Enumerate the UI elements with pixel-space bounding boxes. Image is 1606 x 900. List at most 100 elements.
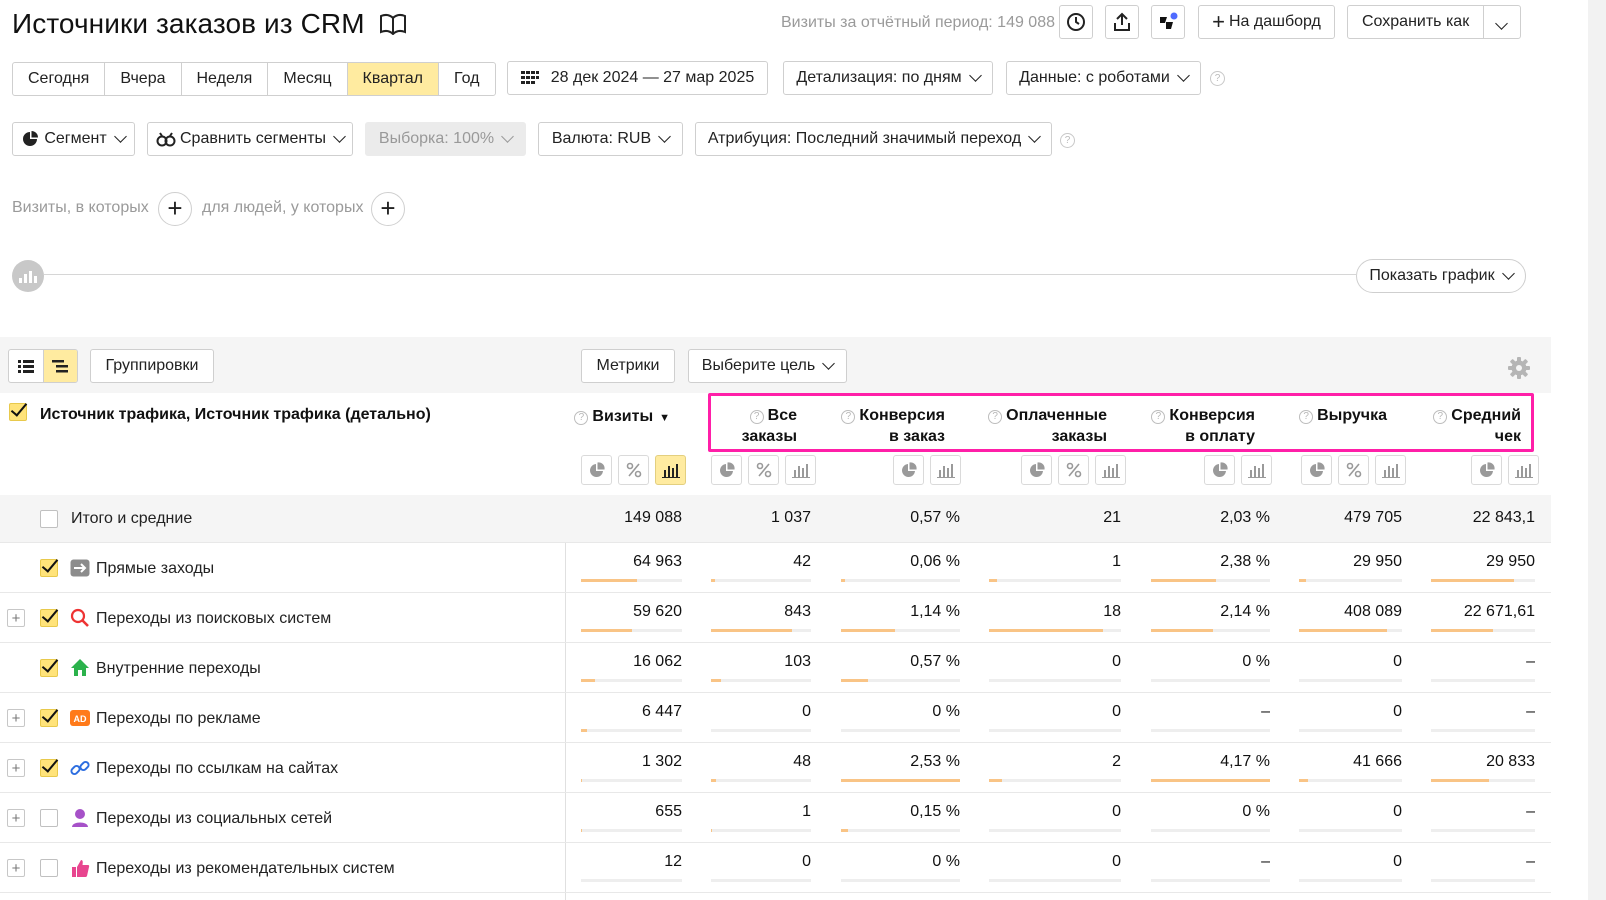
attribution-dropdown[interactable]: Атрибуция: Последний значимый переход bbox=[695, 122, 1052, 156]
value-bar bbox=[989, 879, 1121, 882]
pie-chart-icon[interactable] bbox=[1204, 455, 1235, 485]
add-visits-filter-button[interactable]: + bbox=[158, 192, 192, 226]
period-quarter[interactable]: Квартал bbox=[347, 63, 440, 95]
row-label[interactable]: Переходы по ссылкам на сайтах bbox=[96, 760, 338, 778]
row-label[interactable]: Переходы по рекламе bbox=[96, 710, 261, 728]
row-label[interactable]: Внутренние переходы bbox=[96, 660, 261, 678]
help-icon[interactable]: ? bbox=[574, 411, 589, 425]
show-chart-button[interactable]: Показать график bbox=[1356, 259, 1526, 293]
pie-icon bbox=[23, 131, 39, 146]
row-checkbox[interactable] bbox=[40, 510, 58, 528]
period-today[interactable]: Сегодня bbox=[13, 63, 106, 95]
table-cell: 59 620 bbox=[633, 603, 682, 620]
help-icon[interactable]: ? bbox=[1060, 133, 1075, 148]
pie-chart-icon[interactable] bbox=[581, 455, 612, 485]
period-year[interactable]: Год bbox=[439, 63, 494, 95]
row-label[interactable]: Переходы из социальных сетей bbox=[96, 810, 332, 828]
row-label[interactable]: Прямые заходы bbox=[96, 560, 214, 578]
column-view-icons bbox=[1471, 455, 1539, 485]
choose-goal-dropdown[interactable]: Выберите цель bbox=[688, 349, 847, 383]
book-icon[interactable] bbox=[379, 13, 407, 35]
bar-chart-icon[interactable] bbox=[1241, 455, 1272, 485]
sort-desc-icon[interactable]: ▼ bbox=[659, 412, 670, 424]
table-cell: 103 bbox=[784, 653, 811, 670]
add-people-filter-button[interactable]: + bbox=[371, 192, 405, 226]
scrollbar-track[interactable] bbox=[1588, 0, 1606, 900]
pie-chart-icon[interactable] bbox=[711, 455, 742, 485]
detail-dropdown[interactable]: Детализация: по дням bbox=[783, 61, 993, 95]
pie-chart-icon[interactable] bbox=[1021, 455, 1052, 485]
table-cell: 655 bbox=[655, 803, 682, 820]
table-cell: 1 302 bbox=[641, 753, 682, 770]
period-week[interactable]: Неделя bbox=[182, 63, 269, 95]
row-checkbox[interactable] bbox=[40, 559, 58, 577]
bar-chart-icon[interactable] bbox=[930, 455, 961, 485]
percent-icon[interactable] bbox=[748, 455, 779, 485]
help-icon[interactable]: ? bbox=[1210, 71, 1225, 86]
percent-icon[interactable] bbox=[618, 455, 649, 485]
value-bar-fill bbox=[841, 829, 848, 832]
table-cell: 2,53 % bbox=[910, 753, 960, 770]
date-range-button[interactable]: 28 дек 2024 — 27 мар 2025 bbox=[507, 61, 768, 95]
currency-dropdown[interactable]: Валюта: RUB bbox=[538, 122, 683, 156]
expand-row-icon[interactable]: + bbox=[7, 809, 25, 827]
row-checkbox[interactable] bbox=[40, 809, 58, 827]
row-checkbox[interactable] bbox=[40, 659, 58, 677]
column-header-0[interactable]: ? Визиты ▼ bbox=[574, 406, 670, 429]
view-toggle bbox=[8, 349, 78, 383]
value-bar bbox=[581, 679, 682, 682]
total-cell: 479 705 bbox=[1344, 509, 1402, 526]
row-label[interactable]: Переходы из рекомендательных систем bbox=[96, 860, 395, 878]
row-checkbox[interactable] bbox=[40, 759, 58, 777]
bar-chart-icon[interactable] bbox=[1095, 455, 1126, 485]
metrics-button[interactable]: Метрики bbox=[581, 349, 675, 383]
value-bar-fill bbox=[581, 829, 582, 832]
link-icon bbox=[70, 758, 90, 778]
save-as-button[interactable]: Сохранить как bbox=[1347, 5, 1521, 39]
row-checkbox[interactable] bbox=[40, 859, 58, 877]
value-bar-fill bbox=[1151, 779, 1270, 782]
sample-dropdown[interactable]: Выборка: 100% bbox=[365, 122, 526, 156]
pie-chart-icon[interactable] bbox=[893, 455, 924, 485]
gear-icon[interactable] bbox=[1508, 357, 1530, 379]
segment-dropdown[interactable]: Сегмент bbox=[12, 122, 135, 156]
table-row[interactable] bbox=[0, 543, 1551, 593]
visits-period-text: Визиты за отчётный период: 149 088 bbox=[781, 14, 1055, 31]
percent-icon[interactable] bbox=[1338, 455, 1369, 485]
bar-chart-icon[interactable] bbox=[1375, 455, 1406, 485]
value-bar-fill bbox=[1151, 579, 1216, 582]
bar-chart-icon[interactable] bbox=[655, 455, 686, 485]
total-cell: 22 843,1 bbox=[1472, 509, 1535, 526]
value-bar bbox=[1299, 579, 1402, 582]
notifications-button[interactable] bbox=[1151, 5, 1185, 39]
row-label[interactable]: Переходы из поисковых систем bbox=[96, 610, 331, 628]
expand-row-icon[interactable]: + bbox=[7, 759, 25, 777]
row-checkbox[interactable] bbox=[40, 709, 58, 727]
pie-chart-icon[interactable] bbox=[1301, 455, 1332, 485]
pie-chart-icon[interactable] bbox=[1471, 455, 1502, 485]
period-yesterday[interactable]: Вчера bbox=[105, 63, 182, 95]
user-icon bbox=[70, 808, 90, 828]
value-bar bbox=[1431, 879, 1535, 882]
chevron-down-icon bbox=[1028, 130, 1042, 143]
percent-icon[interactable] bbox=[1058, 455, 1089, 485]
export-button[interactable] bbox=[1105, 5, 1139, 39]
period-month[interactable]: Месяц bbox=[268, 63, 348, 95]
groupings-button[interactable]: Группировки bbox=[90, 349, 214, 383]
column-view-icons bbox=[1204, 455, 1272, 485]
expand-row-icon[interactable]: + bbox=[7, 709, 25, 727]
row-checkbox[interactable] bbox=[40, 609, 58, 627]
add-to-dashboard-button[interactable]: + На дашборд bbox=[1198, 5, 1335, 39]
data-mode-dropdown[interactable]: Данные: с роботами bbox=[1006, 61, 1201, 95]
tree-view-icon[interactable] bbox=[42, 350, 77, 382]
bar-chart-icon[interactable] bbox=[785, 455, 816, 485]
table-cell: – bbox=[1526, 703, 1535, 720]
history-button[interactable] bbox=[1059, 5, 1093, 39]
expand-row-icon[interactable]: + bbox=[7, 609, 25, 627]
select-all-checkbox[interactable] bbox=[9, 403, 27, 421]
bar-chart-icon[interactable] bbox=[1508, 455, 1539, 485]
compare-segments-dropdown[interactable]: Сравнить сегменты bbox=[147, 122, 353, 156]
expand-row-icon[interactable]: + bbox=[7, 859, 25, 877]
list-view-icon[interactable] bbox=[9, 350, 43, 382]
chart-toggle-icon[interactable] bbox=[12, 260, 44, 292]
